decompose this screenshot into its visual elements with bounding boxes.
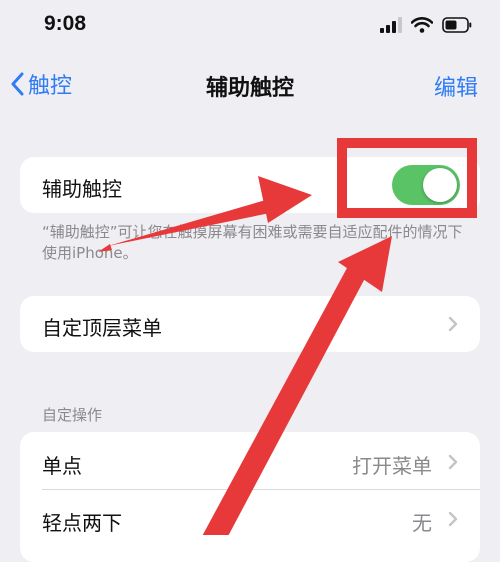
status-icons xyxy=(380,17,472,33)
wifi-icon xyxy=(411,17,433,33)
chevron-right-icon xyxy=(448,454,458,470)
custom-actions-card: 单点 打开菜单 轻点两下 无 xyxy=(20,432,480,562)
nav-bar: 触控 辅助触控 编辑 xyxy=(0,56,500,112)
cellular-signal-icon xyxy=(380,17,402,33)
action-row-value: 打开菜单 xyxy=(352,454,432,478)
assistive-touch-card: 辅助触控 xyxy=(20,157,480,213)
custom-actions-header: 自定操作 xyxy=(42,406,103,424)
edit-button[interactable]: 编辑 xyxy=(434,70,478,102)
battery-icon xyxy=(442,17,472,33)
chevron-right-icon xyxy=(448,316,458,332)
status-time: 9:08 xyxy=(44,12,87,35)
action-row-label: 单点 xyxy=(42,454,82,478)
top-menu-label: 自定顶层菜单 xyxy=(42,316,162,340)
page-title: 辅助触控 xyxy=(205,76,294,101)
top-menu-card[interactable]: 自定顶层菜单 xyxy=(20,296,480,352)
chevron-right-icon xyxy=(448,511,458,527)
assistive-touch-label: 辅助触控 xyxy=(42,177,122,201)
action-row-single-tap[interactable]: 单点 打开菜单 xyxy=(20,432,480,490)
status-bar: 9:08 xyxy=(0,0,500,56)
action-row-double-tap[interactable]: 轻点两下 无 xyxy=(20,490,480,548)
action-row-value: 无 xyxy=(412,511,432,535)
toggle-knob xyxy=(423,168,457,202)
assistive-touch-toggle[interactable] xyxy=(392,165,460,205)
action-row-label: 轻点两下 xyxy=(42,511,122,535)
assistive-touch-description: “辅助触控”可让您在触摸屏幕有困难或需要自适应配件的情况下使用iPhone。 xyxy=(42,223,463,262)
